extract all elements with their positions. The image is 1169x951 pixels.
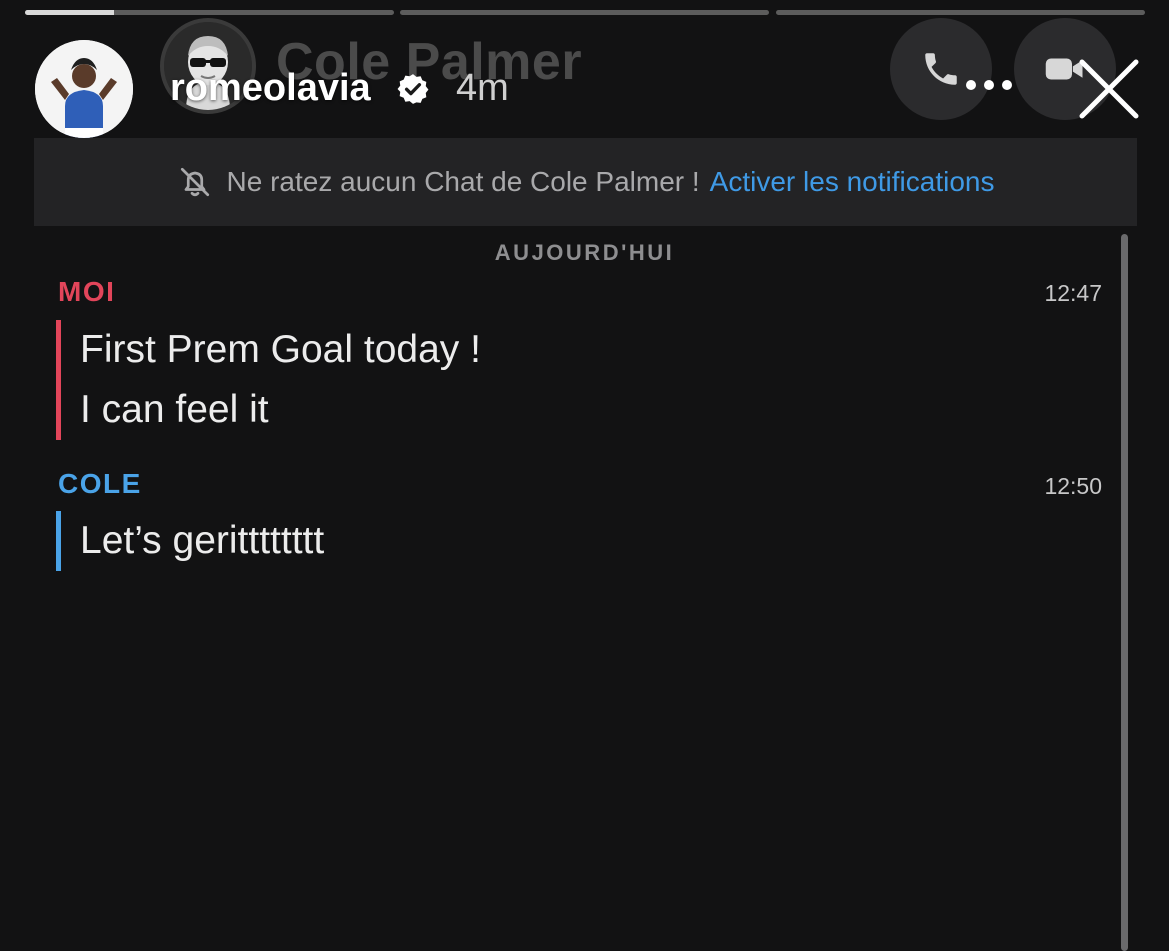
message-time: 12:50 [1044,473,1102,499]
poster-avatar[interactable] [35,40,133,138]
more-options-icon[interactable] [966,80,1016,94]
date-separator: AUJOURD'HUI [494,240,675,265]
sender-label-me: MOI [58,276,116,307]
call-button[interactable] [890,18,992,120]
story-progress-fill-1 [25,10,114,15]
story-progress-bar-2 [400,10,769,15]
sender-label-friend: COLE [58,468,142,499]
story-viewer: Cole Palmer romeolavia 4m Ne ratez aucun… [0,0,1169,951]
message-time: 12:47 [1044,280,1102,306]
message-text[interactable]: First Prem Goal today ! [80,320,481,380]
chat-scrollbar[interactable] [1121,234,1128,951]
story-age: 4m [456,67,509,109]
message-group-friend: Let’s geritttttttt [56,511,324,571]
message-group-me: First Prem Goal today ! I can feel it [56,320,481,440]
close-icon[interactable] [1076,56,1142,122]
enable-notifications-link[interactable]: Activer les notifications [710,166,995,198]
message-text[interactable]: I can feel it [80,380,481,440]
bell-off-icon [180,167,209,197]
verified-icon [397,74,429,104]
notification-banner: Ne ratez aucun Chat de Cole Palmer ! Act… [34,138,1137,226]
phone-icon [925,53,957,85]
notification-text: Ne ratez aucun Chat de Cole Palmer ! [226,166,700,197]
story-progress-bar-1 [25,10,394,15]
poster-username[interactable]: romeolavia [170,67,371,110]
story-progress-bar-3 [776,10,1145,15]
message-text[interactable]: Let’s geritttttttt [80,511,324,571]
